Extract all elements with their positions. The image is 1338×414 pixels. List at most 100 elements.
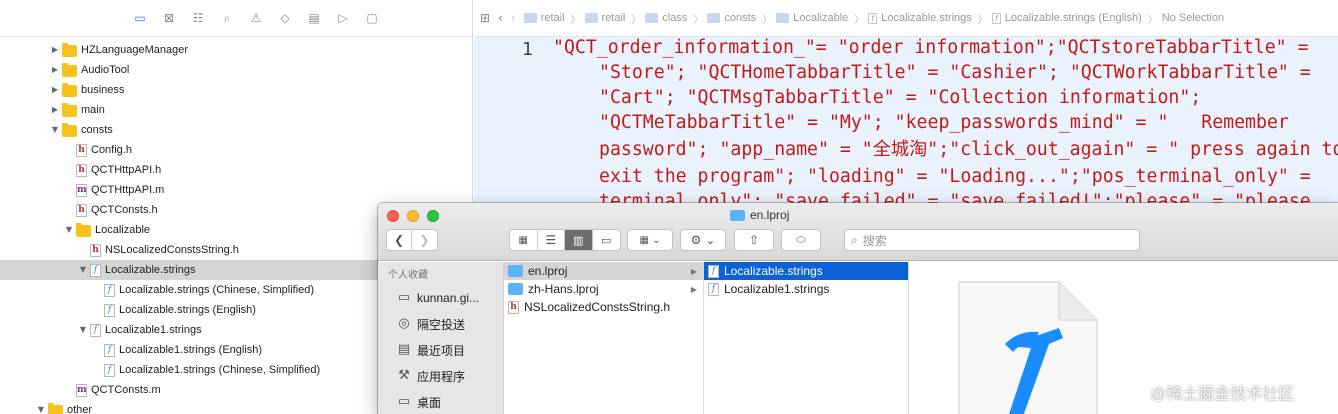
chevron-right-icon: 〉	[854, 14, 865, 26]
breadcrumb-item[interactable]: consts	[707, 12, 756, 24]
chevron-right-icon: 〉	[631, 14, 642, 26]
forward-icon[interactable]: ›	[511, 11, 516, 25]
finder-item[interactable]: zh-Hans.lproj ▶	[504, 280, 703, 298]
strings-file-icon: f	[104, 343, 117, 357]
disclosure-closed-icon[interactable]: ▶	[50, 105, 60, 115]
breadcrumb-item[interactable]: f Localizable.strings (English)	[991, 12, 1142, 24]
back-button[interactable]: ❮	[387, 230, 413, 250]
navigator-row[interactable]: ▼ consts	[0, 120, 472, 140]
column-view-icon[interactable]: ▥	[565, 230, 593, 250]
sidebar-item[interactable]: ◎ 隔空投送	[396, 314, 465, 334]
breadcrumb-item[interactable]: retail	[523, 12, 565, 24]
disclosure-closed-icon[interactable]: ▶	[50, 45, 60, 55]
navigator-row[interactable]: m QCTHttpAPI.m	[0, 180, 472, 200]
navigator-row-label: HZLanguageManager	[81, 44, 189, 56]
forward-button[interactable]: ❯	[412, 230, 437, 250]
navigator-row-label: QCTConsts.h	[91, 204, 158, 216]
grid-icon[interactable]: ⊞	[480, 11, 490, 25]
navigator-row[interactable]: ▶ business	[0, 80, 472, 100]
breadcrumb-label: Localizable	[793, 12, 849, 24]
disclosure-open-icon[interactable]: ▼	[36, 405, 46, 414]
navigator-row-label: QCTHttpAPI.h	[91, 164, 162, 176]
source-control-icon[interactable]: ⊠	[162, 11, 177, 26]
code-line: "QCTMeTabbarTitle" = "My"; "keep_passwor…	[599, 112, 1300, 133]
breadcrumb-label: Localizable.strings (English)	[1004, 12, 1142, 24]
zoom-button[interactable]	[427, 210, 439, 222]
search-field[interactable]: ⌕ 搜索	[844, 229, 1140, 251]
navigator-row-label: Localizable.strings	[105, 264, 196, 276]
navigator-row[interactable]: h QCTHttpAPI.h	[0, 160, 472, 180]
folder-icon	[584, 13, 598, 23]
finder-item[interactable]: h NSLocalizedConstsString.h	[504, 298, 703, 316]
minimize-button[interactable]	[407, 210, 419, 222]
search-icon[interactable]: ⌕	[220, 11, 235, 26]
breadcrumb-item[interactable]: No Selection	[1162, 12, 1224, 24]
folder-icon	[76, 222, 91, 237]
folder-icon	[645, 13, 659, 23]
breadcrumb-label: retail	[601, 12, 626, 24]
desktop-icon: ▭	[397, 394, 411, 409]
finder-item[interactable]: en.lproj ▶	[504, 262, 703, 280]
icon-view-icon[interactable]: ▦	[510, 230, 538, 250]
code-line: "QCT_order_information_"= "order informa…	[553, 37, 1320, 58]
navigator-row[interactable]: h Config.h	[0, 140, 472, 160]
hierarchy-icon[interactable]: ☷	[191, 11, 206, 26]
navigator-row-label: Localizable1.strings (English)	[119, 344, 263, 356]
share-button[interactable]: ⇧	[734, 229, 774, 251]
finder-title: en.lproj	[730, 208, 789, 222]
sidebar-item[interactable]: ▤ 最近项目	[396, 340, 465, 360]
breakpoint-icon[interactable]: ▷	[336, 11, 351, 26]
warning-icon[interactable]: ⚠	[249, 11, 264, 26]
strings-file-icon: f	[104, 283, 117, 297]
sidebar-item[interactable]: ⚒ 应用程序	[396, 366, 465, 386]
breadcrumb-item[interactable]: retail	[584, 12, 626, 24]
code-line: password"; "app_name" = "全城淘";"click_out…	[599, 139, 1338, 160]
breadcrumb-item[interactable]: class	[645, 12, 687, 24]
action-button[interactable]: ⚙ ⌄	[680, 229, 726, 251]
back-forward-control: ❮ ❯	[386, 229, 438, 251]
source-file-icon: m	[76, 383, 87, 397]
navigator-row[interactable]: ▶ AudioTool	[0, 60, 472, 80]
sidebar-item-label: 桌面	[417, 395, 442, 410]
navigator-row-label: Localizable.strings (English)	[119, 304, 256, 316]
navigator-toolbar: ▭ ⊠ ☷ ⌕ ⚠ ◇ ▤ ▷ ▢	[0, 0, 472, 37]
gallery-view-icon[interactable]: ▭	[593, 230, 620, 250]
test-icon[interactable]: ◇	[278, 11, 293, 26]
strings-file-icon: f	[708, 282, 719, 296]
header-file-icon: h	[508, 300, 519, 314]
folder-icon[interactable]: ▭	[133, 11, 148, 26]
disclosure-open-icon[interactable]: ▼	[64, 225, 74, 235]
navigator-row-label: Localizable	[95, 224, 151, 236]
code-line: "Store"; "QCTHomeTabbarTitle" = "Cashier…	[599, 62, 1322, 83]
finder-item[interactable]: f Localizable1.strings	[704, 280, 908, 298]
breadcrumb-item[interactable]: Localizable	[776, 12, 848, 24]
sidebar-item[interactable]: ▭ kunnan.gi...	[396, 288, 479, 308]
navigator-row[interactable]: ▶ main	[0, 100, 472, 120]
navigator-row[interactable]: ▶ HZLanguageManager	[0, 40, 472, 60]
sidebar-item-label: 应用程序	[417, 369, 466, 384]
report-icon[interactable]: ▢	[365, 11, 380, 26]
header-file-icon: h	[90, 243, 103, 257]
disclosure-closed-icon[interactable]: ▶	[50, 65, 60, 75]
line-number: 1	[522, 39, 533, 60]
disclosure-closed-icon[interactable]: ▶	[50, 85, 60, 95]
back-icon[interactable]: ‹	[498, 11, 503, 25]
header-file-icon: h	[76, 143, 89, 157]
disclosure-open-icon[interactable]: ▼	[50, 125, 60, 135]
breadcrumb-label: consts	[724, 12, 757, 24]
finder-sidebar: 个人收藏 ▭ kunnan.gi... ◎ 隔空投送 ▤ 最近项目 ⚒ 应用程序 ▭ 桌面	[378, 262, 504, 414]
disclosure-open-icon[interactable]: ▼	[78, 325, 88, 335]
finder-item[interactable]: f Localizable.strings	[704, 262, 908, 280]
sidebar-item[interactable]: ▭ 桌面	[396, 392, 441, 412]
group-button[interactable]: ▦ ⌄	[627, 229, 673, 251]
close-button[interactable]	[387, 210, 399, 222]
list-view-icon[interactable]: ☰	[538, 230, 565, 250]
disclosure-open-icon[interactable]: ▼	[78, 265, 88, 275]
debug-icon[interactable]: ▤	[307, 11, 322, 26]
finder-column-2: f Localizable.strings f Localizable1.string…	[704, 262, 909, 414]
finder-item-label: en.lproj	[528, 264, 568, 278]
breadcrumb-item[interactable]: f Localizable.strings	[868, 12, 972, 24]
finder-item-label: NSLocalizedConstsString.h	[524, 300, 671, 314]
tags-button[interactable]: ⬭	[781, 229, 821, 251]
navigator-row-label: Config.h	[91, 144, 132, 156]
